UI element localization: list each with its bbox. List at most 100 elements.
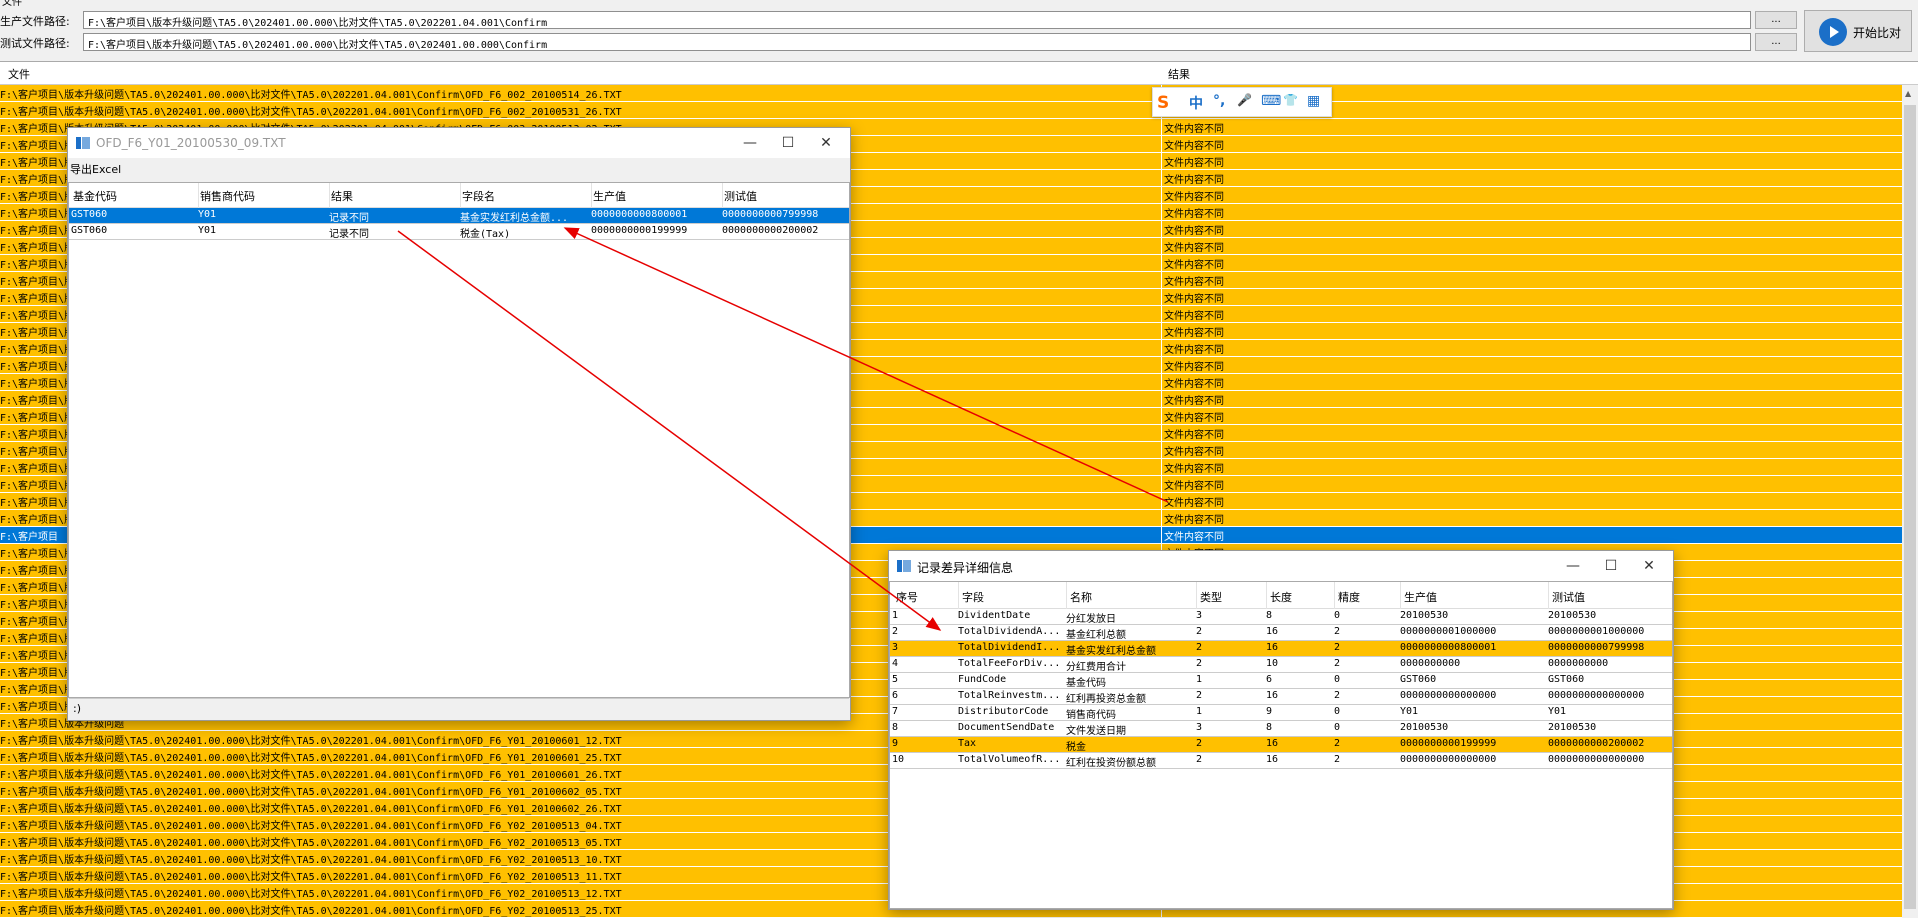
table-cell: 2 bbox=[1334, 690, 1341, 701]
ime-punct-icon[interactable]: °, bbox=[1213, 93, 1225, 109]
ime-keyboard-icon[interactable]: ⌨ bbox=[1261, 93, 1281, 109]
vertical-scrollbar[interactable]: ▲ bbox=[1902, 85, 1918, 909]
table-row[interactable]: 1 DividentDate 分红发放日 3 8 0 20100530 20100530 bbox=[890, 609, 1672, 625]
close-icon[interactable]: ✕ bbox=[1631, 555, 1667, 577]
col-header[interactable]: 序号 bbox=[896, 589, 918, 605]
table-cell: 0000000000 bbox=[1400, 658, 1461, 669]
col-header[interactable]: 字段 bbox=[962, 589, 984, 605]
prod-path-row: 生产文件路径: F:\客户项目\版本升级问题\TA5.0\202401.00.0… bbox=[0, 10, 1918, 30]
status-bar: :) bbox=[69, 698, 849, 719]
table-row[interactable]: F:\客户项目\版本升级问题\TA5.0\202401.00.000\比对文件\… bbox=[0, 85, 1902, 102]
table-row[interactable]: GST060 Y01 记录不同 基金实发红利总金额... 000000000080000… bbox=[69, 208, 849, 224]
start-compare-label: 开始比对 bbox=[1853, 26, 1902, 40]
table-row[interactable]: 7 DistributorCode 销售商代码 1 9 0 Y01 Y01 bbox=[890, 705, 1672, 721]
scroll-thumb[interactable] bbox=[1904, 105, 1916, 909]
table-cell: 6 bbox=[892, 690, 899, 701]
table-cell: GST060 bbox=[1548, 674, 1585, 685]
table-row[interactable]: 9 Tax 税金 2 16 2 0000000000199999 00000000002000… bbox=[890, 737, 1672, 753]
maximize-icon[interactable]: ☐ bbox=[770, 132, 806, 154]
field-detail-grid: 序号 字段 名称 类型 长度 精度 生产值 测试值 1 DividentDate 分红发放日 3 8 0 2… bbox=[889, 581, 1673, 909]
result-cell: 文件内容不同 bbox=[1164, 175, 1224, 186]
prod-path-input[interactable]: F:\客户项目\版本升级问题\TA5.0\202401.00.000\比对文件\… bbox=[83, 11, 1751, 29]
col-header[interactable]: 结果 bbox=[331, 188, 353, 204]
col-header[interactable]: 测试值 bbox=[724, 188, 757, 204]
ime-apps-icon[interactable]: ▦ bbox=[1307, 93, 1320, 109]
col-header-file[interactable]: 文件 bbox=[8, 66, 30, 82]
result-cell: 文件内容不同 bbox=[1164, 226, 1224, 237]
scroll-up-icon[interactable]: ▲ bbox=[1905, 89, 1911, 98]
col-header[interactable]: 类型 bbox=[1200, 589, 1222, 605]
test-path-input[interactable]: F:\客户项目\版本升级问题\TA5.0\202401.00.000\比对文件\… bbox=[83, 33, 1751, 51]
table-row[interactable]: 10 TotalVolumeofR... 红利在投资份额总额 2 16 2 00000000… bbox=[890, 753, 1672, 769]
minimize-icon[interactable]: — bbox=[1555, 555, 1591, 577]
table-cell: 分红费用合计 bbox=[1066, 662, 1126, 673]
ime-skin-icon[interactable]: 👕 bbox=[1283, 93, 1298, 107]
result-cell: 文件内容不同 bbox=[1164, 124, 1224, 135]
table-cell: 0 bbox=[1334, 706, 1341, 717]
minimize-icon[interactable]: — bbox=[732, 132, 768, 154]
result-cell: 文件内容不同 bbox=[1164, 447, 1224, 458]
table-row[interactable]: 2 TotalDividendA... 基金红利总额 2 16 2 000000000100… bbox=[890, 625, 1672, 641]
table-cell: 9 bbox=[1266, 706, 1273, 717]
table-cell: TotalVolumeofR... bbox=[958, 754, 1061, 765]
prod-browse-button[interactable]: ... bbox=[1755, 11, 1797, 29]
result-cell: 文件内容不同 bbox=[1164, 498, 1224, 509]
column-divider bbox=[1161, 442, 1162, 458]
table-row[interactable]: 3 TotalDividendI... 基金实发红利总金额 2 16 2 000000000… bbox=[890, 641, 1672, 657]
play-icon bbox=[1819, 18, 1847, 46]
col-header[interactable]: 精度 bbox=[1338, 589, 1360, 605]
column-divider bbox=[1161, 357, 1162, 373]
table-cell: 9 bbox=[892, 738, 899, 749]
table-cell: 2 bbox=[1196, 690, 1203, 701]
column-divider bbox=[1161, 425, 1162, 441]
test-browse-button[interactable]: ... bbox=[1755, 33, 1797, 51]
table-row[interactable]: F:\客户项目\版本升级问题\TA5.0\202401.00.000\比对文件\… bbox=[0, 102, 1902, 119]
table-row[interactable]: 5 FundCode 基金代码 1 6 0 GST060 GST060 bbox=[890, 673, 1672, 689]
table-cell: 20100530 bbox=[1548, 722, 1597, 733]
col-header[interactable]: 长度 bbox=[1270, 589, 1292, 605]
table-cell: 2 bbox=[1334, 626, 1341, 637]
export-excel-button[interactable]: 导出Excel bbox=[70, 161, 121, 177]
col-header[interactable]: 生产值 bbox=[1404, 589, 1437, 605]
table-cell: 3 bbox=[892, 642, 899, 653]
table-row[interactable]: 6 TotalReinvestm... 红利再投资总金额 2 16 2 0000000000… bbox=[890, 689, 1672, 705]
result-cell: 文件内容不同 bbox=[1164, 277, 1224, 288]
table-cell: 2 bbox=[892, 626, 899, 637]
close-icon[interactable]: ✕ bbox=[808, 132, 844, 154]
col-header[interactable]: 名称 bbox=[1070, 589, 1092, 605]
col-header[interactable]: 生产值 bbox=[593, 188, 626, 204]
table-cell: 8 bbox=[1266, 610, 1273, 621]
table-cell: 0 bbox=[1334, 674, 1341, 685]
sogou-logo-icon[interactable]: S bbox=[1157, 93, 1169, 113]
start-compare-button[interactable]: 开始比对 bbox=[1804, 10, 1912, 52]
table-cell: 0000000000000000 bbox=[1400, 754, 1497, 765]
col-header[interactable]: 测试值 bbox=[1552, 589, 1585, 605]
col-header[interactable]: 销售商代码 bbox=[200, 188, 255, 204]
ime-chinese-icon[interactable]: 中 bbox=[1189, 93, 1203, 113]
table-row[interactable]: 4 TotalFeeForDiv... 分红费用合计 2 10 2 0000000000 00… bbox=[890, 657, 1672, 673]
column-divider bbox=[1161, 408, 1162, 424]
test-path-row: 测试文件路径: F:\客户项目\版本升级问题\TA5.0\202401.00.0… bbox=[0, 32, 1918, 52]
maximize-icon[interactable]: ☐ bbox=[1593, 555, 1629, 577]
col-header[interactable]: 基金代码 bbox=[73, 188, 117, 204]
table-cell: 1 bbox=[1196, 706, 1203, 717]
col-header[interactable]: 字段名 bbox=[462, 188, 495, 204]
result-cell: 文件内容不同 bbox=[1164, 515, 1224, 526]
table-cell: 2 bbox=[1334, 738, 1341, 749]
col-header-result[interactable]: 结果 bbox=[1168, 66, 1190, 82]
table-cell: 0000000000200002 bbox=[1548, 738, 1645, 749]
window-titlebar: OFD_F6_Y01_20100530_09.TXT — ☐ ✕ bbox=[68, 128, 850, 158]
table-cell: GST060 bbox=[1400, 674, 1437, 685]
table-cell: 3 bbox=[1196, 722, 1203, 733]
app-icon bbox=[897, 560, 911, 572]
table-cell: TotalFeeForDiv... bbox=[958, 658, 1061, 669]
ime-voice-icon[interactable]: 🎤 bbox=[1237, 93, 1252, 107]
column-divider bbox=[1161, 187, 1162, 203]
table-cell: 基金实发红利总金额 bbox=[1066, 646, 1156, 657]
column-divider bbox=[1161, 289, 1162, 305]
table-row[interactable]: 8 DocumentSendDate 文件发送日期 3 8 0 20100530 201005… bbox=[890, 721, 1672, 737]
column-divider bbox=[1161, 119, 1162, 135]
menu-file[interactable]: 文件 bbox=[2, 0, 22, 7]
table-row[interactable]: GST060 Y01 记录不同 税金(Tax) 0000000000199999 0000… bbox=[69, 224, 849, 240]
column-divider bbox=[1161, 510, 1162, 526]
